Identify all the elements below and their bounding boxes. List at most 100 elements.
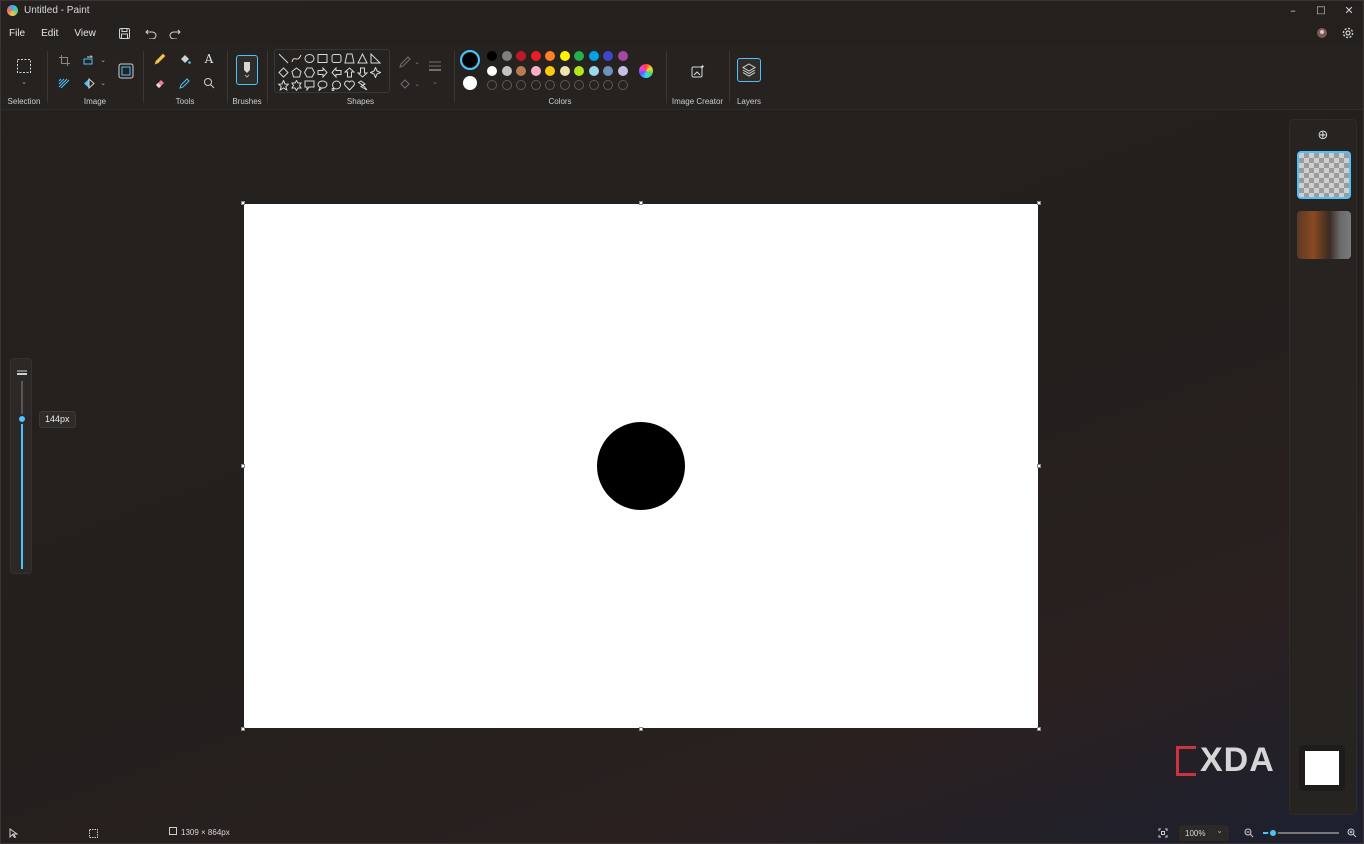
account-icon[interactable] (1311, 23, 1333, 43)
layers-toggle-button[interactable] (737, 58, 761, 82)
fit-to-window-icon[interactable] (1157, 827, 1169, 839)
custom-color-slot[interactable] (487, 80, 497, 90)
magnifier-icon[interactable] (200, 74, 218, 92)
custom-color-slot[interactable] (617, 80, 628, 90)
redo-icon[interactable] (164, 23, 186, 43)
canvas-handle-left[interactable] (241, 464, 245, 468)
canvas-handle-top[interactable] (639, 201, 643, 205)
line-size-dropdown-icon[interactable]: ⌄ (426, 73, 444, 91)
palette-color-swatch[interactable] (487, 66, 497, 76)
zoom-in-icon[interactable] (1346, 827, 1358, 839)
image-creator-icon[interactable] (688, 61, 708, 81)
rounded-rectangle-shape-icon[interactable] (331, 53, 342, 64)
palette-color-swatch[interactable] (574, 66, 584, 76)
canvas-handle-bottom-right[interactable] (1037, 727, 1041, 731)
palette-color-swatch[interactable] (487, 51, 497, 61)
layer-thumbnail-transparent[interactable] (1297, 151, 1351, 199)
fill-dropdown-icon[interactable]: ⌄ (408, 75, 426, 93)
palette-color-swatch[interactable] (617, 51, 628, 61)
heart-shape-icon[interactable] (344, 80, 355, 91)
brush-size-thumb[interactable] (17, 413, 27, 424)
palette-color-swatch[interactable] (559, 66, 570, 76)
palette-color-swatch[interactable] (501, 51, 512, 61)
zoom-select[interactable]: 100% ⌄ (1179, 825, 1229, 841)
curve-shape-icon[interactable] (291, 53, 302, 64)
save-icon[interactable] (114, 23, 136, 43)
rectangular-callout-shape-icon[interactable] (304, 80, 315, 91)
menu-view[interactable]: View (66, 28, 104, 39)
custom-color-slot[interactable] (545, 80, 555, 90)
lightning-shape-icon[interactable] (357, 80, 368, 91)
polygon-shape-icon[interactable] (344, 53, 355, 64)
down-arrow-shape-icon[interactable] (357, 67, 368, 78)
zoom-slider-thumb[interactable] (1267, 828, 1278, 838)
canvas-handle-right[interactable] (1037, 464, 1041, 468)
selection-dropdown-icon[interactable]: ⌄ (19, 77, 29, 87)
rotate-dropdown-icon[interactable]: ⌄ (94, 51, 112, 69)
canvas-handle-top-right[interactable] (1037, 201, 1041, 205)
palette-color-swatch[interactable] (545, 51, 555, 61)
custom-color-slot[interactable] (559, 80, 570, 90)
cloud-callout-shape-icon[interactable] (331, 80, 342, 91)
right-triangle-shape-icon[interactable] (370, 53, 381, 64)
palette-color-swatch[interactable] (516, 66, 526, 76)
palette-color-swatch[interactable] (545, 66, 555, 76)
palette-color-swatch[interactable] (588, 66, 599, 76)
up-arrow-shape-icon[interactable] (344, 67, 355, 78)
custom-color-slot[interactable] (530, 80, 541, 90)
secondary-color-swatch[interactable] (463, 76, 477, 90)
palette-color-swatch[interactable] (603, 66, 613, 76)
palette-color-swatch[interactable] (559, 51, 570, 61)
fill-bucket-icon[interactable] (176, 50, 194, 68)
left-arrow-shape-icon[interactable] (331, 67, 342, 78)
outline-dropdown-icon[interactable]: ⌄ (408, 53, 426, 71)
palette-color-swatch[interactable] (617, 66, 628, 76)
line-shape-icon[interactable] (278, 53, 289, 64)
brush-button[interactable] (236, 55, 258, 85)
color-picker-icon[interactable] (176, 74, 194, 92)
settings-gear-icon[interactable] (1337, 23, 1359, 43)
minimize-button[interactable]: – (1279, 1, 1307, 20)
drawing-canvas[interactable] (244, 204, 1038, 728)
pencil-icon[interactable] (151, 50, 169, 68)
maximize-button[interactable]: □ (1307, 1, 1335, 20)
edit-colors-icon[interactable] (639, 64, 653, 78)
triangle-shape-icon[interactable] (357, 53, 368, 64)
custom-color-slot[interactable] (588, 80, 599, 90)
palette-color-swatch[interactable] (588, 51, 599, 61)
canvas-handle-bottom-left[interactable] (241, 727, 245, 731)
diamond-shape-icon[interactable] (278, 67, 289, 78)
background-layer-thumbnail[interactable] (1299, 745, 1345, 791)
palette-color-swatch[interactable] (603, 51, 613, 61)
four-point-star-shape-icon[interactable] (370, 67, 381, 78)
remove-background-icon[interactable] (55, 74, 73, 92)
custom-color-slot[interactable] (603, 80, 613, 90)
oval-shape-icon[interactable] (304, 53, 315, 64)
rectangle-select-icon[interactable] (15, 57, 33, 75)
palette-color-swatch[interactable] (530, 66, 541, 76)
six-point-star-shape-icon[interactable] (291, 80, 302, 91)
rectangle-shape-icon[interactable] (317, 53, 328, 64)
flip-dropdown-icon[interactable]: ⌄ (94, 74, 112, 92)
palette-color-swatch[interactable] (501, 66, 512, 76)
layer-thumbnail-image[interactable] (1297, 211, 1351, 259)
canvas-handle-top-left[interactable] (241, 201, 245, 205)
five-point-star-shape-icon[interactable] (278, 80, 289, 91)
palette-color-swatch[interactable] (530, 51, 541, 61)
pentagon-shape-icon[interactable] (291, 67, 302, 78)
menu-file[interactable]: File (1, 28, 33, 39)
eraser-icon[interactable] (151, 74, 169, 92)
text-tool-icon[interactable]: A (200, 50, 218, 68)
crop-icon[interactable] (55, 51, 73, 69)
close-button[interactable]: ✕ (1335, 1, 1363, 20)
primary-color-swatch[interactable] (460, 50, 480, 70)
custom-color-slot[interactable] (516, 80, 526, 90)
oval-callout-shape-icon[interactable] (317, 80, 328, 91)
zoom-out-icon[interactable] (1243, 827, 1255, 839)
custom-color-slot[interactable] (501, 80, 512, 90)
right-arrow-shape-icon[interactable] (317, 67, 328, 78)
hexagon-shape-icon[interactable] (304, 67, 315, 78)
custom-color-slot[interactable] (574, 80, 584, 90)
menu-edit[interactable]: Edit (33, 28, 66, 39)
undo-icon[interactable] (140, 23, 162, 43)
